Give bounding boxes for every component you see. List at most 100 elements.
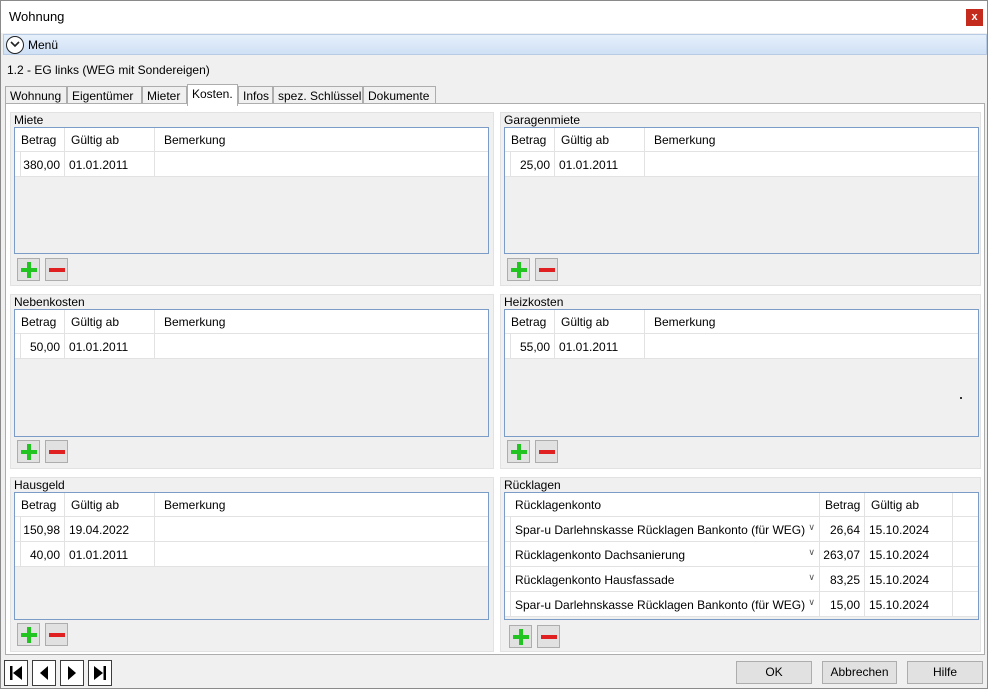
table-row[interactable]: 40,00 01.01.2011 xyxy=(15,542,488,567)
table-row[interactable]: Spar-u Darlehnskasse Rücklagen Bankonto … xyxy=(505,517,978,542)
remove-hausgeld-button[interactable] xyxy=(45,623,68,646)
garagenmiete-grid[interactable]: Betrag Gültig ab Bemerkung 25,00 01.01.2… xyxy=(504,127,979,254)
remove-nebenkosten-button[interactable] xyxy=(45,440,68,463)
cell-bemerkung[interactable] xyxy=(155,152,488,176)
cell-betrag[interactable]: 50,00 xyxy=(21,334,65,358)
grid-header: Betrag Gültig ab Bemerkung xyxy=(15,310,488,334)
column-header-bemerkung[interactable]: Bemerkung xyxy=(645,128,978,152)
chevron-down-icon[interactable]: ∨ xyxy=(808,522,815,533)
cell-gueltig-ab[interactable]: 15.10.2024 xyxy=(865,517,953,541)
heizkosten-grid[interactable]: Betrag Gültig ab Bemerkung 55,00 01.01.2… xyxy=(504,309,979,437)
column-header-bemerkung[interactable]: Bemerkung xyxy=(645,310,978,334)
add-garagenmiete-button[interactable] xyxy=(507,258,530,281)
cell-betrag[interactable]: 380,00 xyxy=(21,152,65,176)
cell-ruecklagenkonto[interactable]: Spar-u Darlehnskasse Rücklagen Bankonto … xyxy=(511,517,820,541)
cell-betrag[interactable]: 15,00 xyxy=(820,592,865,616)
column-header-betrag[interactable]: Betrag xyxy=(505,128,555,152)
menu-bar[interactable]: Menü xyxy=(3,34,987,55)
column-header-bemerkung[interactable]: Bemerkung xyxy=(155,493,488,517)
cell-bemerkung[interactable] xyxy=(155,542,488,566)
cell-gueltig-ab[interactable]: 15.10.2024 xyxy=(865,542,953,566)
first-record-icon xyxy=(10,666,22,680)
table-row[interactable]: Rücklagenkonto Dachsanierung ∨ 263,07 15… xyxy=(505,542,978,567)
remove-miete-button[interactable] xyxy=(45,258,68,281)
column-header-gueltig-ab[interactable]: Gültig ab xyxy=(65,493,155,517)
cell-betrag[interactable]: 263,07 xyxy=(820,542,865,566)
add-heizkosten-button[interactable] xyxy=(507,440,530,463)
cancel-button[interactable]: Abbrechen xyxy=(822,661,897,684)
cell-gueltig-ab[interactable]: 01.01.2011 xyxy=(65,542,155,566)
add-nebenkosten-button[interactable] xyxy=(17,440,40,463)
table-row[interactable]: 25,00 01.01.2011 xyxy=(505,152,978,177)
column-header-bemerkung[interactable]: Bemerkung xyxy=(155,310,488,334)
cell-betrag[interactable]: 40,00 xyxy=(21,542,65,566)
column-header-gueltig-ab[interactable]: Gültig ab xyxy=(865,493,953,517)
column-header-bemerkung[interactable]: Bemerkung xyxy=(155,128,488,152)
cell-bemerkung[interactable] xyxy=(645,334,978,358)
table-row[interactable]: 55,00 01.01.2011 xyxy=(505,334,978,359)
cell-gueltig-ab[interactable]: 01.01.2011 xyxy=(555,152,645,176)
help-button[interactable]: Hilfe xyxy=(907,661,983,684)
menu-label[interactable]: Menü xyxy=(28,38,58,52)
cell-gueltig-ab[interactable]: 01.01.2011 xyxy=(65,152,155,176)
ruecklagen-grid[interactable]: Rücklagenkonto Betrag Gültig ab Spar-u D… xyxy=(504,492,979,620)
column-header-gueltig-ab[interactable]: Gültig ab xyxy=(65,128,155,152)
tab-kosten[interactable]: Kosten. xyxy=(187,84,238,106)
column-header-ruecklagenkonto[interactable]: Rücklagenkonto xyxy=(505,493,820,517)
title-bar: Wohnung x xyxy=(1,1,987,33)
cell-bemerkung[interactable] xyxy=(645,152,978,176)
cell-bemerkung[interactable] xyxy=(155,334,488,358)
cell-ruecklagenkonto[interactable]: Spar-u Darlehnskasse Rücklagen Bankonto … xyxy=(511,592,820,616)
chevron-down-icon[interactable]: ∨ xyxy=(808,597,815,608)
column-header-betrag[interactable]: Betrag xyxy=(505,310,555,334)
cell-betrag[interactable]: 55,00 xyxy=(511,334,555,358)
group-hausgeld: Hausgeld Betrag Gültig ab Bemerkung 150,… xyxy=(10,477,494,652)
table-row[interactable]: 50,00 01.01.2011 xyxy=(15,334,488,359)
add-hausgeld-button[interactable] xyxy=(17,623,40,646)
cell-betrag[interactable]: 83,25 xyxy=(820,567,865,591)
cell-bemerkung[interactable] xyxy=(155,517,488,541)
minus-icon xyxy=(49,450,65,454)
cell-betrag[interactable]: 25,00 xyxy=(511,152,555,176)
table-row[interactable]: 150,98 19.04.2022 xyxy=(15,517,488,542)
cell-gueltig-ab[interactable]: 01.01.2011 xyxy=(555,334,645,358)
first-record-button[interactable] xyxy=(4,660,28,686)
add-miete-button[interactable] xyxy=(17,258,40,281)
last-record-button[interactable] xyxy=(88,660,112,686)
chevron-down-circle-icon[interactable] xyxy=(6,36,24,54)
column-header-betrag[interactable]: Betrag xyxy=(15,128,65,152)
add-ruecklage-button[interactable] xyxy=(509,625,532,648)
table-row[interactable]: Rücklagenkonto Hausfassade ∨ 83,25 15.10… xyxy=(505,567,978,592)
column-header-gueltig-ab[interactable]: Gültig ab xyxy=(555,128,645,152)
hausgeld-grid[interactable]: Betrag Gültig ab Bemerkung 150,98 19.04.… xyxy=(14,492,489,620)
chevron-down-icon[interactable]: ∨ xyxy=(808,572,815,583)
minus-icon xyxy=(541,635,557,639)
column-header-gueltig-ab[interactable]: Gültig ab xyxy=(65,310,155,334)
cell-ruecklagenkonto[interactable]: Rücklagenkonto Hausfassade ∨ xyxy=(511,567,820,591)
column-header-gueltig-ab[interactable]: Gültig ab xyxy=(555,310,645,334)
miete-grid[interactable]: Betrag Gültig ab Bemerkung 380,00 01.01.… xyxy=(14,127,489,254)
minus-icon xyxy=(49,633,65,637)
column-header-betrag[interactable]: Betrag xyxy=(820,493,865,517)
cell-gueltig-ab[interactable]: 15.10.2024 xyxy=(865,567,953,591)
close-button[interactable]: x xyxy=(966,9,983,26)
previous-record-button[interactable] xyxy=(32,660,56,686)
cell-betrag[interactable]: 26,64 xyxy=(820,517,865,541)
stray-dot xyxy=(960,397,962,399)
cell-betrag[interactable]: 150,98 xyxy=(21,517,65,541)
cell-gueltig-ab[interactable]: 01.01.2011 xyxy=(65,334,155,358)
nebenkosten-grid[interactable]: Betrag Gültig ab Bemerkung 50,00 01.01.2… xyxy=(14,309,489,437)
table-row[interactable]: Spar-u Darlehnskasse Rücklagen Bankonto … xyxy=(505,592,978,617)
cell-gueltig-ab[interactable]: 15.10.2024 xyxy=(865,592,953,616)
next-record-button[interactable] xyxy=(60,660,84,686)
table-row[interactable]: 380,00 01.01.2011 xyxy=(15,152,488,177)
remove-heizkosten-button[interactable] xyxy=(535,440,558,463)
chevron-down-icon[interactable]: ∨ xyxy=(808,547,815,558)
remove-garagenmiete-button[interactable] xyxy=(535,258,558,281)
column-header-betrag[interactable]: Betrag xyxy=(15,493,65,517)
ok-button[interactable]: OK xyxy=(736,661,812,684)
remove-ruecklage-button[interactable] xyxy=(537,625,560,648)
column-header-betrag[interactable]: Betrag xyxy=(15,310,65,334)
cell-ruecklagenkonto[interactable]: Rücklagenkonto Dachsanierung ∨ xyxy=(511,542,820,566)
cell-gueltig-ab[interactable]: 19.04.2022 xyxy=(65,517,155,541)
